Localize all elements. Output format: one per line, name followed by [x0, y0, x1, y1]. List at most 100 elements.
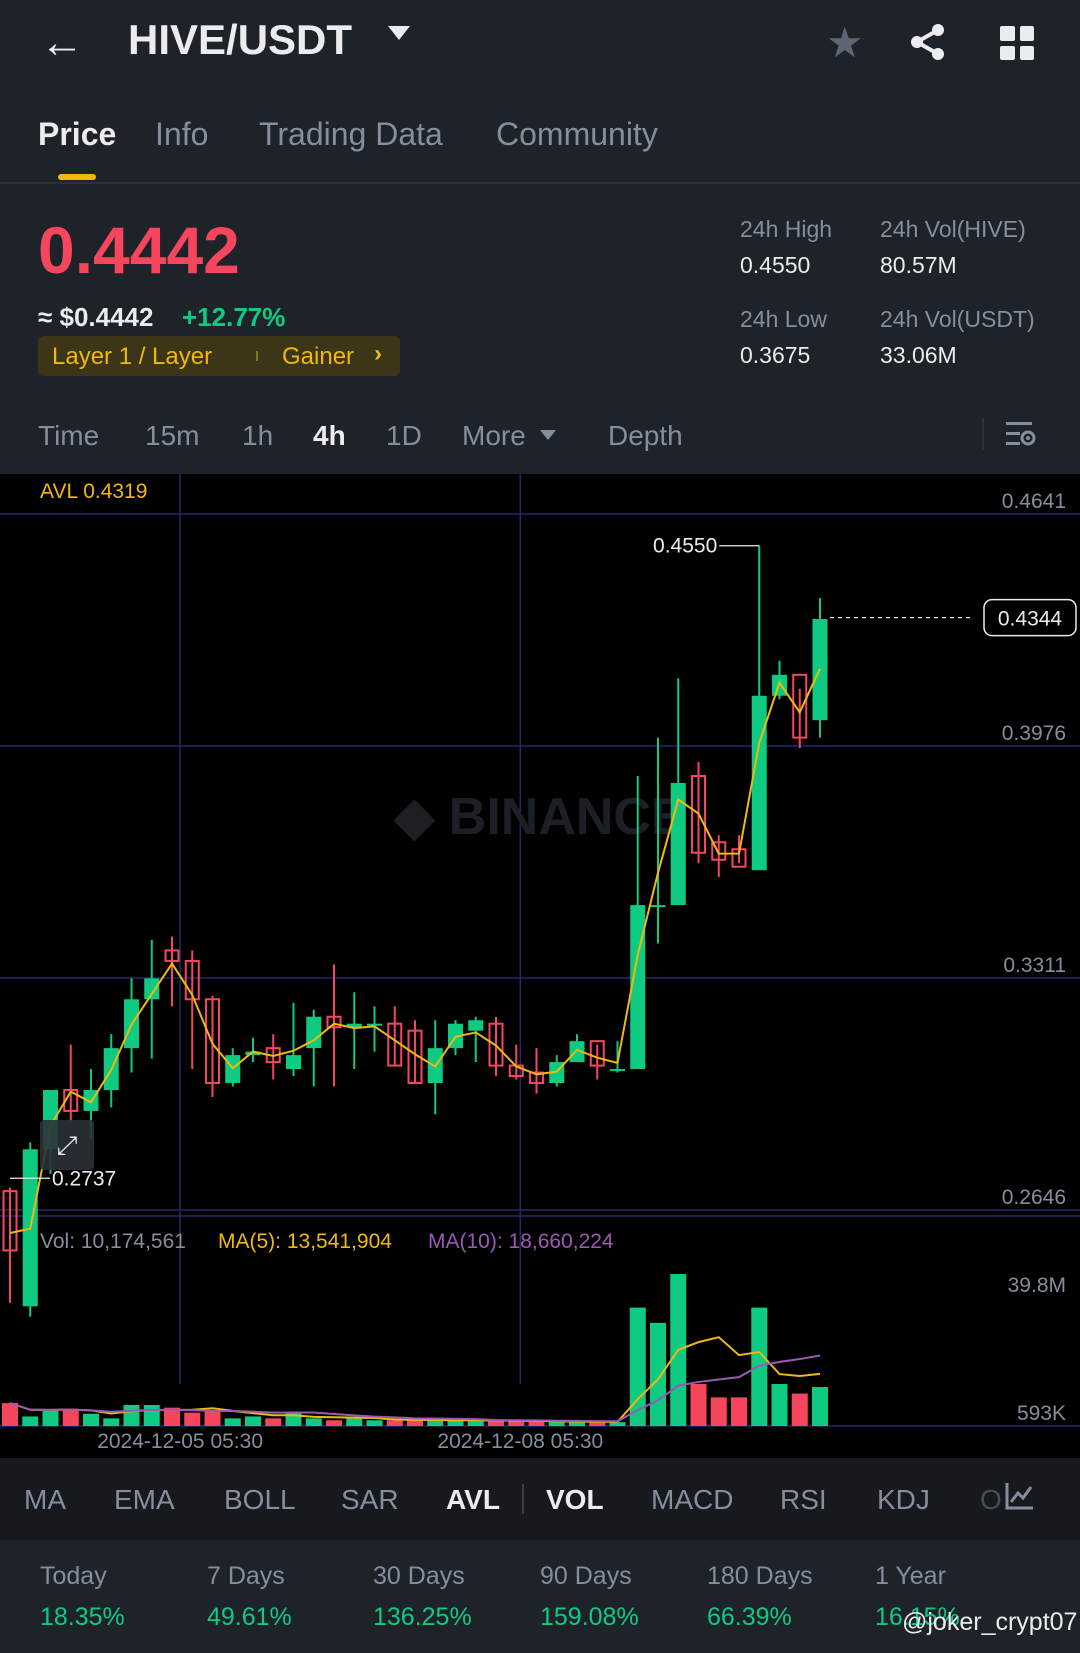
- volume-bar: [528, 1421, 545, 1426]
- indicator-more[interactable]: O: [980, 1484, 1002, 1516]
- volume-bar: [569, 1422, 585, 1426]
- vol-label: Vol: 10,174,561: [40, 1230, 186, 1253]
- tag-status: Gainer: [282, 343, 355, 370]
- expand-icon: ⤢: [57, 1131, 78, 1161]
- volume-bar: [245, 1416, 261, 1426]
- favorite-star-icon[interactable]: ★: [826, 18, 864, 67]
- vol-quote-label: 24h Vol(USDT): [880, 306, 1035, 332]
- indicator-sar[interactable]: SAR: [341, 1484, 399, 1516]
- volume-bar: [508, 1421, 525, 1426]
- indicator-avl[interactable]: AVL: [446, 1484, 500, 1516]
- share-icon[interactable]: [908, 22, 948, 62]
- vol-ma5-label: MA(5): 13,541,904: [218, 1230, 392, 1253]
- volume-bar: [184, 1412, 201, 1426]
- volume-bar: [346, 1418, 363, 1426]
- vol-base-value: 80.57M: [880, 252, 957, 278]
- volume-bar: [427, 1420, 444, 1426]
- indicator-ma[interactable]: MA: [24, 1484, 66, 1516]
- y-tick-label: 0.3976: [1002, 722, 1066, 745]
- grid-menu-icon[interactable]: [1000, 26, 1034, 60]
- indicator-macd[interactable]: MACD: [651, 1484, 733, 1516]
- perf-label: 7 Days: [207, 1562, 285, 1590]
- perf-value: 136.25%: [373, 1603, 472, 1631]
- more-dropdown-icon[interactable]: [540, 430, 556, 440]
- candle-body: [610, 1069, 625, 1072]
- volume-bar: [710, 1397, 727, 1426]
- low-marker-label: 0.2737: [52, 1167, 116, 1190]
- indicator-rsi[interactable]: RSI: [780, 1484, 827, 1516]
- pair-dropdown-icon[interactable]: [388, 26, 410, 40]
- interval-time[interactable]: Time: [38, 420, 99, 452]
- x-tick-label: 2024-12-05 05:30: [97, 1430, 263, 1453]
- current-price-label: 0.4344: [998, 608, 1063, 631]
- high-label: 24h High: [740, 216, 833, 242]
- vol-quote-value: 33.06M: [880, 342, 957, 368]
- candle-body: [650, 905, 666, 908]
- indicator-ema[interactable]: EMA: [114, 1484, 175, 1516]
- perf-label: 1 Year: [875, 1562, 946, 1590]
- low-value: 0.3675: [740, 342, 811, 368]
- vol-y-tick: 593K: [1017, 1402, 1066, 1425]
- candlestick-chart[interactable]: 0.4641 0.3976 0.3311 0.2646 ◆ BINANCE AVL 0.4…: [0, 474, 1080, 1458]
- active-tab-indicator: [58, 174, 96, 180]
- volume-bar: [2, 1403, 18, 1426]
- perf-value: 18.35%: [40, 1603, 125, 1631]
- tag-separator: [256, 351, 258, 361]
- usd-price: ≈ $0.4442: [38, 302, 154, 332]
- high-value: 0.4550: [740, 252, 811, 278]
- vol-ma10-label: MA(10): 18,660,224: [428, 1230, 614, 1253]
- perf-label: 90 Days: [540, 1562, 632, 1590]
- volume-bar: [22, 1416, 39, 1426]
- candle-body: [286, 1055, 301, 1070]
- indicator-kdj[interactable]: KDJ: [877, 1484, 930, 1516]
- avl-label: AVL 0.4319: [40, 480, 147, 503]
- back-arrow-icon[interactable]: ←: [40, 18, 84, 68]
- interval-4h[interactable]: 4h: [313, 420, 346, 452]
- volume-bar: [265, 1418, 282, 1426]
- volume-bar: [224, 1418, 241, 1426]
- volume-bar: [771, 1383, 788, 1426]
- tag-sector: Layer 1 / Layer: [52, 343, 213, 370]
- volume-bar: [386, 1420, 403, 1426]
- tab-info[interactable]: Info: [155, 116, 208, 153]
- low-label: 24h Low: [740, 306, 827, 332]
- tab-depth[interactable]: Depth: [608, 420, 683, 452]
- pair-title[interactable]: HIVE/USDT: [128, 16, 352, 64]
- interval-1h[interactable]: 1h: [242, 420, 273, 452]
- chart-settings-icon[interactable]: [1004, 418, 1036, 450]
- divider: [982, 418, 984, 450]
- last-price: 0.4442: [38, 213, 240, 287]
- divider: [522, 1484, 524, 1514]
- y-tick-label: 0.2646: [1002, 1186, 1066, 1209]
- interval-1d[interactable]: 1D: [386, 420, 422, 452]
- tab-trading-data[interactable]: Trading Data: [259, 116, 443, 153]
- y-tick-label: 0.3311: [1003, 954, 1066, 977]
- avl-line: [9, 668, 821, 1235]
- volume-bar: [143, 1404, 160, 1426]
- indicator-vol[interactable]: VOL: [546, 1484, 604, 1516]
- y-tick-label: 0.4641: [1002, 490, 1066, 513]
- indicator-settings-icon[interactable]: [1004, 1480, 1036, 1512]
- volume-bar: [204, 1410, 221, 1426]
- perf-value: 49.61%: [207, 1603, 292, 1631]
- interval-15m[interactable]: 15m: [145, 420, 199, 452]
- volume-bar: [305, 1418, 322, 1426]
- tab-community[interactable]: Community: [496, 116, 658, 153]
- volume-bar: [62, 1408, 79, 1426]
- volume-bar: [650, 1322, 666, 1426]
- volume-bar: [326, 1420, 342, 1426]
- tab-price[interactable]: Price: [38, 116, 116, 153]
- volume-bar: [731, 1397, 747, 1426]
- high-marker-label: 0.4550: [653, 535, 717, 558]
- candle-body: [144, 978, 160, 1000]
- interval-more[interactable]: More: [462, 420, 526, 452]
- candle-body: [468, 1020, 484, 1031]
- x-tick-label: 2024-12-08 05:30: [437, 1430, 603, 1453]
- volume-bar: [103, 1418, 120, 1426]
- volume-bar: [791, 1393, 808, 1426]
- divider: [0, 182, 1080, 184]
- perf-label: 30 Days: [373, 1562, 465, 1590]
- indicator-boll[interactable]: BOLL: [224, 1484, 296, 1516]
- perf-label: Today: [40, 1562, 107, 1590]
- candle-body: [751, 695, 767, 871]
